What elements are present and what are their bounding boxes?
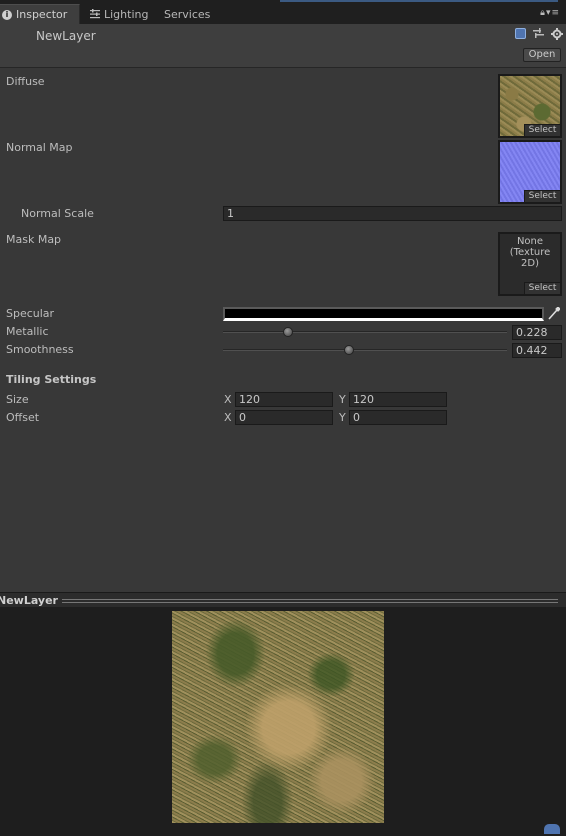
size-y-field[interactable]: 120 [349, 392, 447, 407]
mask-map-select-button[interactable]: Select [524, 282, 560, 294]
metallic-slider-thumb[interactable] [282, 327, 293, 337]
specular-color-field[interactable] [223, 307, 544, 321]
asset-label-icon[interactable] [544, 824, 560, 834]
smoothness-value-field[interactable]: 0.442 [512, 343, 562, 358]
offset-label: Offset [6, 411, 40, 424]
smoothness-slider-thumb[interactable] [343, 345, 354, 355]
normal-scale-label: Normal Scale [21, 207, 94, 220]
preset-icon[interactable] [533, 28, 544, 39]
offset-y-field[interactable]: 0 [349, 410, 447, 425]
help-book-icon[interactable] [515, 28, 526, 39]
metallic-label: Metallic [6, 325, 49, 338]
diffuse-label: Diffuse [6, 75, 45, 88]
window-accent-strip [280, 0, 558, 2]
tab-bar: i Inspector Lighting Services 🔒︎▾≡ [0, 0, 566, 24]
offset-x-field[interactable]: 0 [235, 410, 333, 425]
open-button[interactable]: Open [523, 48, 561, 62]
mask-map-texture-slot[interactable]: None (Texture 2D) Select [498, 232, 562, 296]
metallic-slider-track[interactable] [223, 331, 507, 333]
inspector-header: NewLayer Open [0, 24, 566, 68]
tab-services[interactable]: Services [164, 4, 210, 24]
tab-lighting-label: Lighting [104, 7, 149, 21]
diffuse-texture-slot[interactable]: Select [498, 74, 562, 138]
normal-map-texture-slot[interactable]: Select [498, 140, 562, 204]
tab-inspector-label: Inspector [16, 8, 68, 21]
size-x-field[interactable]: 120 [235, 392, 333, 407]
mask-map-label: Mask Map [6, 233, 62, 246]
preview-title: NewLayer [0, 594, 58, 607]
offset-y-label: Y [339, 411, 346, 424]
eyedropper-icon[interactable] [548, 306, 561, 320]
lighting-icon [90, 9, 100, 19]
tab-services-label: Services [164, 7, 211, 21]
normal-map-label: Normal Map [6, 141, 73, 154]
normal-scale-field[interactable]: 1 [223, 206, 562, 221]
menu-icon[interactable]: ▾≡ [546, 8, 560, 18]
metallic-value-field[interactable]: 0.228 [512, 325, 562, 340]
tiling-settings-heading: Tiling Settings [6, 373, 97, 386]
normal-map-select-button[interactable]: Select [524, 190, 560, 202]
smoothness-label: Smoothness [6, 343, 74, 356]
diffuse-select-button[interactable]: Select [524, 124, 560, 136]
info-icon: i [2, 9, 12, 20]
gear-icon[interactable] [551, 28, 563, 40]
lock-menu[interactable]: 🔒︎▾≡ [540, 8, 560, 18]
mask-map-none-text: None (Texture 2D) [509, 236, 551, 269]
offset-x-label: X [224, 411, 232, 424]
smoothness-slider-track[interactable] [223, 349, 507, 351]
size-label: Size [6, 393, 29, 406]
asset-name: NewLayer [36, 29, 96, 43]
size-x-label: X [224, 393, 232, 406]
tab-lighting[interactable]: Lighting [88, 4, 148, 24]
preview-resize-grip[interactable] [62, 599, 558, 603]
specular-label: Specular [6, 307, 55, 320]
size-y-label: Y [339, 393, 346, 406]
preview-header[interactable]: NewLayer [0, 592, 566, 607]
tab-inspector[interactable]: i Inspector [0, 4, 80, 24]
diffuse-preview-image [172, 611, 384, 823]
header-icons [515, 28, 563, 40]
